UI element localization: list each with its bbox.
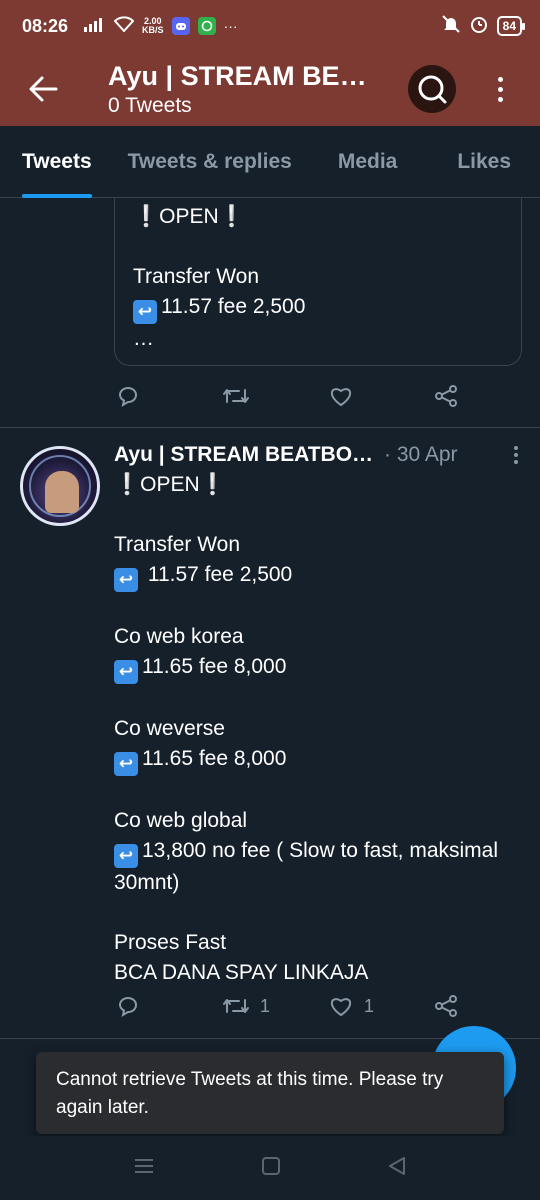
share-icon — [435, 385, 457, 407]
tweet-count: 0 Tweets — [108, 93, 192, 117]
author-name[interactable]: Ayu | STREAM BEATBOX … — [114, 443, 374, 467]
back-button[interactable] — [0, 52, 86, 126]
net-speed-unit: KB/S — [142, 25, 164, 35]
retweet-button[interactable]: 1 — [222, 994, 270, 1018]
proses-line: Proses Fast — [114, 931, 227, 954]
tab-media[interactable]: Media — [338, 126, 398, 198]
section-rate: ↩ 11.65 fee 8,000 — [114, 744, 524, 776]
system-nav-bar — [0, 1136, 540, 1200]
menu-icon — [135, 1158, 153, 1173]
tweet-date[interactable]: · 30 Apr — [384, 443, 458, 467]
share-icon — [435, 995, 457, 1017]
quote-transfer-line: Transfer Won — [133, 265, 260, 288]
quote-ellipsis: … — [133, 327, 154, 350]
section-title: Co web global — [114, 809, 248, 832]
line-icon — [197, 17, 216, 35]
quote-open-line: ❕OPEN❕ — [133, 205, 245, 228]
tweet-menu-button[interactable] — [514, 446, 524, 464]
dot-icon — [514, 460, 518, 464]
section-rate: ↩ 11.65 fee 8,000 — [114, 652, 524, 684]
alarm-icon — [469, 14, 489, 39]
tab-tweets-replies[interactable]: Tweets & replies — [128, 126, 292, 198]
signal-icon — [84, 16, 106, 37]
retweet-count: 1 — [260, 995, 271, 1016]
wifi-icon — [113, 15, 135, 37]
dot-icon — [514, 446, 518, 450]
status-bar: 08:26 2.00 KB/S ··· 84 — [0, 0, 540, 52]
tweet-header: Ayu | STREAM BEATBOX … · 30 Apr — [114, 440, 524, 470]
tweet-text: ❕OPEN❕ Transfer Won ↩ 11.57 fee 2,500 Co… — [114, 470, 524, 988]
section-title: Co weverse — [114, 717, 225, 740]
home-button[interactable] — [261, 1156, 281, 1181]
tab-tweets[interactable]: Tweets — [22, 126, 92, 198]
status-time: 08:26 — [22, 15, 69, 36]
dot-icon — [497, 96, 503, 102]
quote-rate-line: ↩ 11.57 fee 2,500 — [133, 292, 503, 324]
mute-icon — [441, 14, 461, 39]
dot-icon — [497, 86, 503, 92]
search-button[interactable] — [408, 65, 456, 113]
retweet-button[interactable] — [222, 384, 250, 408]
tweet-divider — [0, 427, 540, 428]
profile-tabs: Tweets Tweets & replies Media Likes — [0, 126, 540, 198]
recents-button[interactable] — [133, 1157, 155, 1180]
like-count: 1 — [364, 995, 375, 1016]
open-line: ❕OPEN❕ — [114, 473, 226, 496]
page-title: Ayu | STREAM BE… — [108, 60, 367, 91]
more-notifications-indicator: ··· — [223, 18, 238, 34]
return-arrow-icon: ↩ — [114, 568, 138, 592]
retweet-icon — [223, 999, 249, 1013]
battery-icon: 84 — [496, 16, 526, 36]
reply-icon — [118, 387, 137, 408]
share-button[interactable] — [434, 384, 458, 408]
section-rate: ↩ 13,800 no fee ( Slow to fast, maksimal … — [114, 839, 499, 894]
quoted-tweet-card[interactable]: ❕OPEN❕ Transfer Won ↩ 11.57 fee 2,500 … — [114, 198, 522, 366]
error-toast: Cannot retrieve Tweets at this time. Ple… — [36, 1052, 504, 1134]
share-button[interactable] — [434, 994, 458, 1018]
back-triangle-icon — [389, 1156, 405, 1175]
like-button[interactable] — [328, 384, 354, 408]
toast-message: Cannot retrieve Tweets at this time. Ple… — [56, 1069, 444, 1118]
net-speed: 2.00 KB/S — [142, 17, 164, 35]
home-square-icon — [262, 1156, 280, 1175]
dot-icon — [514, 453, 518, 457]
heart-icon — [331, 998, 351, 1017]
avatar[interactable] — [20, 446, 100, 526]
like-button[interactable]: 1 — [328, 994, 374, 1018]
return-arrow-icon: ↩ — [133, 300, 157, 324]
section-title: Co web korea — [114, 625, 244, 648]
heart-icon — [331, 388, 351, 407]
return-arrow-icon: ↩ — [114, 752, 138, 776]
return-arrow-icon: ↩ — [114, 660, 138, 684]
reply-button[interactable] — [116, 384, 140, 408]
quote-rate-text: 11.57 fee 2,500 — [161, 295, 306, 318]
dot-icon — [497, 76, 503, 82]
reply-icon — [118, 997, 137, 1018]
overflow-menu-button[interactable] — [480, 76, 520, 102]
profile-header: Ayu | STREAM BE… 0 Tweets — [0, 52, 540, 126]
return-arrow-icon: ↩ — [114, 844, 138, 868]
battery-level: 84 — [502, 19, 516, 33]
section-rate: ↩ 11.57 fee 2,500 — [114, 560, 524, 592]
payment-line: BCA DANA SPAY LINKAJA — [114, 961, 369, 984]
search-icon — [418, 75, 447, 104]
section-title: Transfer Won — [114, 533, 241, 556]
retweet-icon — [223, 389, 249, 403]
tab-likes[interactable]: Likes — [457, 126, 511, 198]
back-arrow-icon — [29, 76, 58, 102]
reply-button[interactable] — [116, 994, 140, 1018]
discord-icon — [171, 17, 190, 35]
nav-back-button[interactable] — [387, 1156, 407, 1181]
